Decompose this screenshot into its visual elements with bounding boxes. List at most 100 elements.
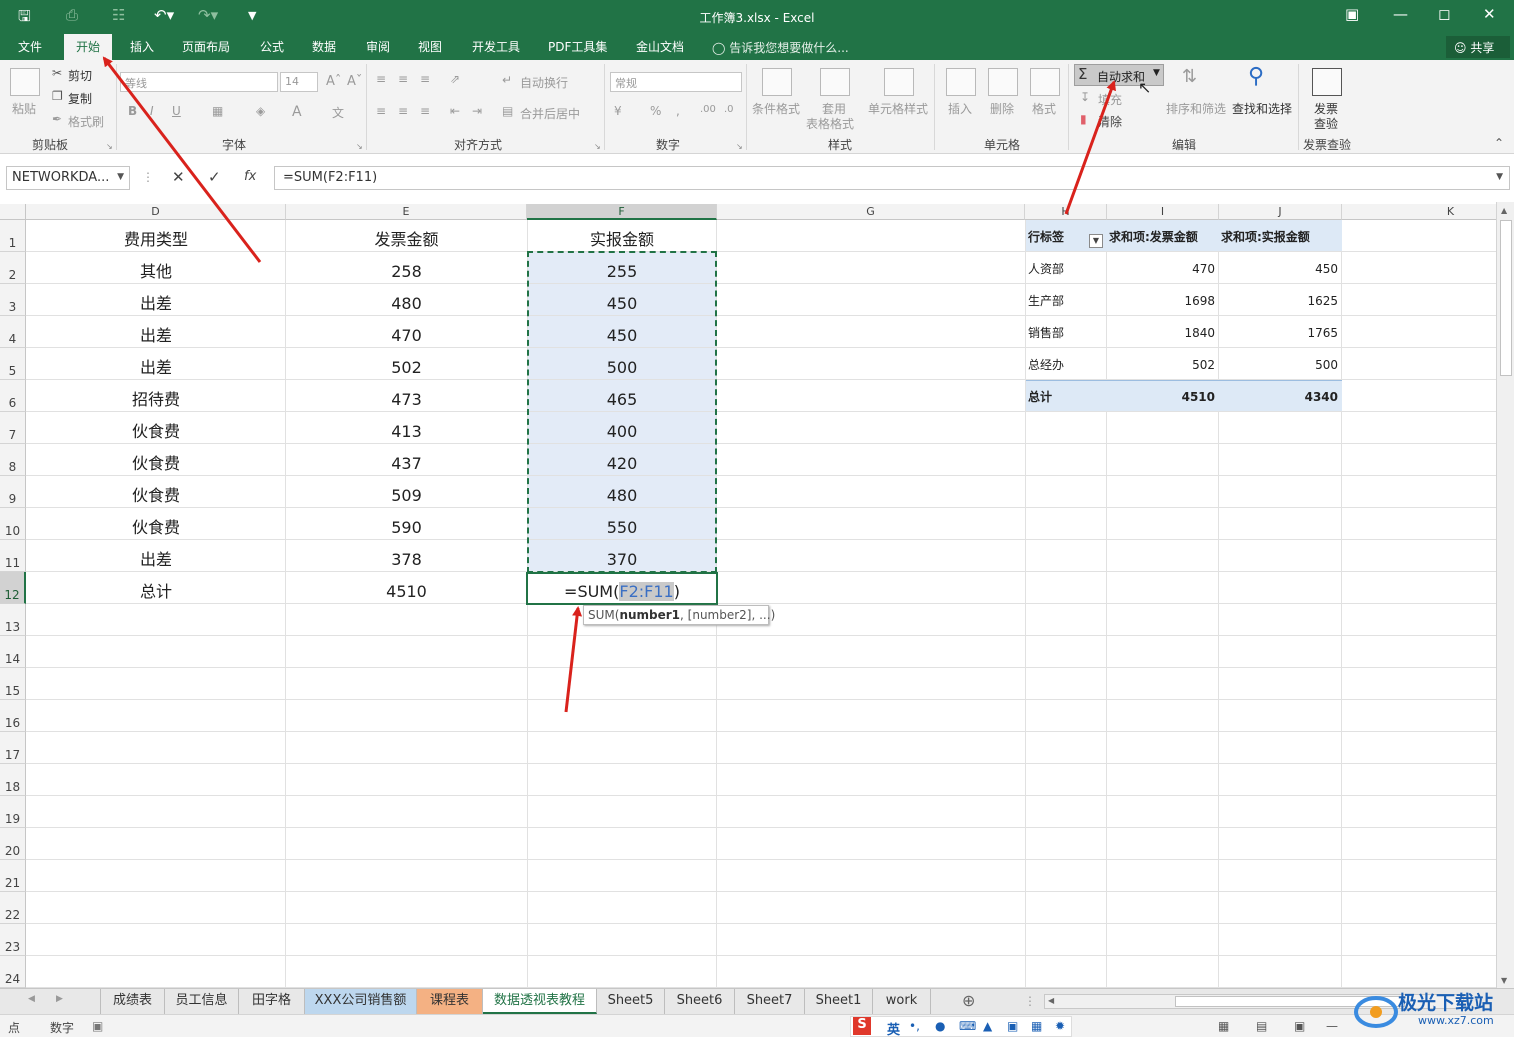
insert-function-icon[interactable]: fx: [244, 169, 256, 184]
decrease-decimal-icon[interactable]: .0: [724, 104, 734, 115]
column-header-h[interactable]: H: [1025, 204, 1107, 220]
ime-lang-icon[interactable]: 英: [887, 1019, 900, 1038]
pivot-value[interactable]: 1765: [1219, 316, 1342, 348]
sheet-tab[interactable]: 田字格: [239, 989, 305, 1014]
align-right-icon[interactable]: ≡: [420, 104, 430, 118]
ime-settings-icon[interactable]: ✹: [1055, 1019, 1065, 1033]
sheet-tab[interactable]: 成绩表: [101, 989, 165, 1014]
paste-button[interactable]: 粘贴: [12, 100, 36, 117]
page-layout-view-icon[interactable]: ▤: [1256, 1019, 1267, 1033]
font-name-select[interactable]: 等线: [120, 72, 278, 92]
header-actual-amount[interactable]: 实报金额: [527, 220, 717, 252]
align-center-icon[interactable]: ≡: [398, 104, 408, 118]
increase-decimal-icon[interactable]: .00: [700, 104, 716, 115]
conditional-format-icon[interactable]: [762, 68, 792, 96]
table-cell[interactable]: 伙食费: [26, 508, 286, 540]
pivot-row-label[interactable]: 总经办: [1028, 348, 1106, 380]
pivot-total-invoice[interactable]: 4510: [1107, 380, 1219, 412]
shrink-font-icon[interactable]: Aˇ: [347, 74, 362, 89]
number-launcher-icon[interactable]: ↘: [736, 142, 743, 151]
bold-icon[interactable]: B: [128, 104, 137, 118]
table-cell[interactable]: 招待费: [26, 380, 286, 412]
comma-icon[interactable]: ,: [676, 104, 680, 118]
column-header-i[interactable]: I: [1107, 204, 1219, 220]
pivot-filter-dropdown-icon[interactable]: ▼: [1089, 234, 1103, 248]
sheet-tab[interactable]: Sheet1: [805, 989, 873, 1014]
pivot-row-label[interactable]: 生产部: [1028, 284, 1106, 316]
table-cell[interactable]: 出差: [26, 348, 286, 380]
row-header[interactable]: 18: [0, 764, 26, 796]
row-header[interactable]: 8: [0, 444, 26, 476]
font-color-icon[interactable]: A: [292, 104, 302, 120]
percent-icon[interactable]: %: [650, 104, 661, 118]
find-select-button[interactable]: 查找和选择: [1232, 100, 1292, 117]
tab-page-layout[interactable]: 页面布局: [182, 38, 230, 55]
ime-skin-icon[interactable]: ▲: [983, 1019, 992, 1033]
format-painter-button[interactable]: 格式刷: [68, 113, 104, 130]
table-cell[interactable]: 伙食费: [26, 476, 286, 508]
font-size-select[interactable]: 14: [280, 72, 318, 92]
sort-filter-button[interactable]: 排序和筛选: [1166, 100, 1226, 117]
currency-icon[interactable]: ¥: [614, 104, 622, 118]
cancel-formula-icon[interactable]: ✕: [172, 168, 185, 186]
worksheet-grid[interactable]: D E F G H I J K 1 2 3 4 5 6 7 8 9 10 11 12 13 14 15 16 1…: [0, 202, 1496, 988]
pivot-value[interactable]: 1625: [1219, 284, 1342, 316]
table-cell[interactable]: 502: [286, 348, 527, 380]
row-header[interactable]: 12: [0, 572, 26, 604]
conditional-format-button[interactable]: 条件格式: [752, 100, 800, 117]
pivot-value[interactable]: 470: [1107, 252, 1219, 284]
tab-scroll-right-icon[interactable]: ▶: [56, 994, 63, 1004]
tab-file[interactable]: 文件: [18, 38, 42, 55]
pivot-row-label[interactable]: 人资部: [1028, 252, 1106, 284]
table-cell[interactable]: 伙食费: [26, 412, 286, 444]
table-cell[interactable]: 伙食费: [26, 444, 286, 476]
select-all-corner[interactable]: [0, 204, 26, 220]
underline-icon[interactable]: U: [172, 104, 181, 118]
enter-formula-icon[interactable]: ✓: [208, 168, 221, 186]
delete-cells-icon[interactable]: [988, 68, 1018, 96]
pivot-row-label[interactable]: 销售部: [1028, 316, 1106, 348]
pivot-value[interactable]: 450: [1219, 252, 1342, 284]
row-header[interactable]: 17: [0, 732, 26, 764]
normal-view-icon[interactable]: ▦: [1218, 1019, 1229, 1033]
table-cell[interactable]: 590: [286, 508, 527, 540]
tab-scroll-left-icon[interactable]: ◀: [28, 994, 35, 1004]
paste-icon[interactable]: [10, 68, 40, 96]
insert-cells-button[interactable]: 插入: [948, 100, 972, 117]
indent-decrease-icon[interactable]: ⇤: [450, 104, 460, 118]
wrap-text-button[interactable]: 自动换行: [520, 74, 568, 91]
sheet-tab[interactable]: work: [873, 989, 931, 1014]
pivot-header-invoice[interactable]: 求和项:发票金额: [1109, 220, 1219, 252]
table-cell[interactable]: 509: [286, 476, 527, 508]
macro-record-icon[interactable]: ▣: [92, 1019, 103, 1033]
tab-pdf-tools[interactable]: PDF工具集: [548, 38, 607, 55]
row-header[interactable]: 6: [0, 380, 26, 412]
orientation-icon[interactable]: ⇗: [450, 72, 460, 86]
sheet-tab-active[interactable]: 数据透视表教程: [483, 989, 597, 1014]
zoom-out-icon[interactable]: —: [1326, 1019, 1338, 1033]
row-header[interactable]: 20: [0, 828, 26, 860]
row-header[interactable]: 21: [0, 860, 26, 892]
fill-color-icon[interactable]: ◈: [256, 104, 265, 118]
pivot-value[interactable]: 500: [1219, 348, 1342, 380]
name-box-dropdown-icon[interactable]: ▼: [117, 172, 124, 182]
tab-kingsoft-docs[interactable]: 金山文档: [636, 38, 684, 55]
row-header[interactable]: 10: [0, 508, 26, 540]
row-header[interactable]: 14: [0, 636, 26, 668]
column-header-j[interactable]: J: [1219, 204, 1342, 220]
header-invoice-amount[interactable]: 发票金额: [286, 220, 527, 252]
header-expense-type[interactable]: 费用类型: [26, 220, 286, 252]
row-header[interactable]: 5: [0, 348, 26, 380]
row-header[interactable]: 11: [0, 540, 26, 572]
tab-developer[interactable]: 开发工具: [472, 38, 520, 55]
tab-view[interactable]: 视图: [418, 38, 442, 55]
maximize-button[interactable]: ◻: [1438, 5, 1450, 23]
table-cell[interactable]: 出差: [26, 316, 286, 348]
align-middle-icon[interactable]: ≡: [398, 72, 408, 86]
ime-keyboard-icon[interactable]: ⌨: [959, 1019, 976, 1033]
table-cell[interactable]: 470: [286, 316, 527, 348]
expand-formula-icon[interactable]: ▼: [1496, 172, 1503, 182]
table-cell[interactable]: 258: [286, 252, 527, 284]
font-launcher-icon[interactable]: ↘: [356, 142, 363, 151]
align-top-icon[interactable]: ≡: [376, 72, 386, 86]
